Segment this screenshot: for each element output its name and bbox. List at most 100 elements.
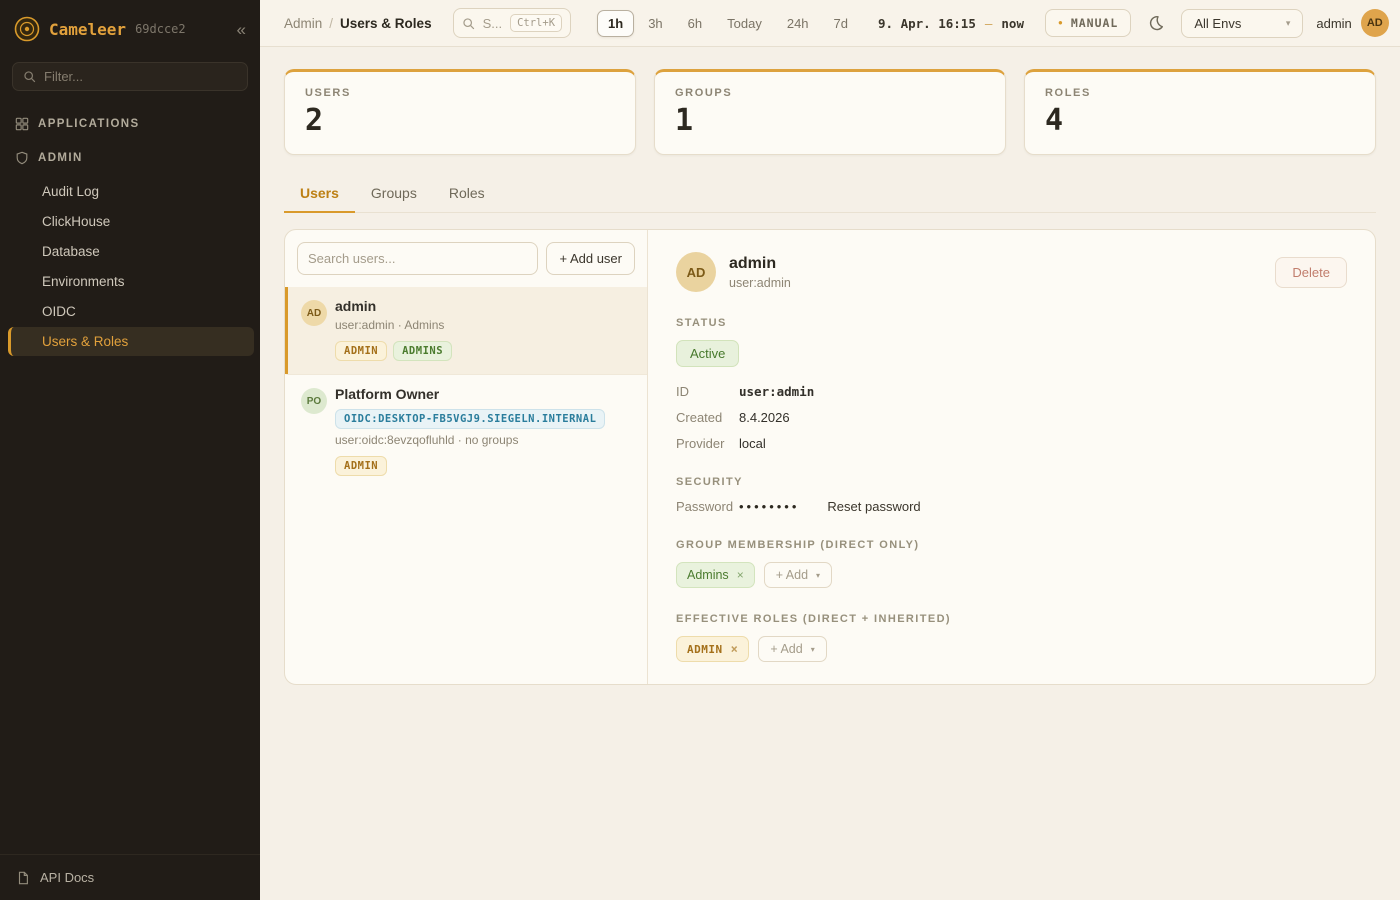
sidebar-item-users-roles[interactable]: Users & Roles [8,327,254,356]
user-meta: user:admin · Admins [335,318,635,332]
stat-value: 1 [675,103,985,138]
add-group-label: + Add [776,568,808,582]
range-24h[interactable]: 24h [776,10,820,37]
avatar: PO [301,388,327,414]
range-7d[interactable]: 7d [823,10,859,37]
section-label-admin: ADMIN [38,152,83,164]
sidebar-filter[interactable] [12,62,248,91]
oidc-badge-row: OIDC:DESKTOP-FB5VGJ9.SIEGELN.INTERNAL [335,409,635,429]
add-role-button[interactable]: + Add ▾ [758,636,826,662]
tab-groups[interactable]: Groups [355,177,433,213]
user-detail-id: user:admin [729,276,791,290]
range-3h[interactable]: 3h [637,10,673,37]
role-chip-admin: ADMIN × [676,636,749,662]
role-badge: ADMIN [335,341,387,361]
stat-label: USERS [305,87,615,99]
topbar: Admin / Users & Roles S... Ctrl+K 1h 3h … [260,0,1400,47]
breadcrumb-admin[interactable]: Admin [284,16,322,31]
api-docs-label: API Docs [40,870,94,885]
collapse-sidebar-icon[interactable]: « [237,21,246,38]
field-label-id: ID [676,384,739,399]
group-badge: ADMINS [393,341,452,361]
time-range-display[interactable]: 9. Apr. 16:15 — now [878,16,1024,31]
status-badge: Active [676,340,739,367]
group-membership-heading: GROUP MEMBERSHIP (DIRECT ONLY) [676,539,1347,551]
sidebar-section-applications[interactable]: APPLICATIONS [0,107,260,141]
time-range-group: 1h 3h 6h Today 24h 7d [597,10,859,37]
user-meta: user:oidc:8evzqofluhld · no groups [335,433,635,447]
field-label-created: Created [676,410,739,425]
sidebar-section-admin[interactable]: ADMIN [0,141,260,175]
environment-select-value: All Envs [1194,16,1241,31]
app-logo-text: Cameleer [49,20,126,39]
stats-row: USERS 2 GROUPS 1 ROLES 4 [284,69,1376,155]
chevron-down-icon: ▾ [816,571,820,580]
reset-password-link[interactable]: Reset password [827,499,920,514]
user-menu[interactable]: admin AD [1316,9,1388,37]
status-heading: STATUS [676,317,1347,329]
field-value-provider: local [739,436,1347,451]
effective-roles-heading: EFFECTIVE ROLES (DIRECT + INHERITED) [676,613,1347,625]
time-end: now [1001,16,1024,31]
user-badges: ADMIN ADMINS [335,341,635,361]
sidebar-item-audit-log[interactable]: Audit Log [8,177,254,206]
stat-label: GROUPS [675,87,985,99]
user-item-body: admin user:admin · Admins ADMIN ADMINS [335,298,635,361]
stat-value: 2 [305,103,615,138]
add-user-button[interactable]: + Add user [546,242,635,275]
tab-users[interactable]: Users [284,177,355,213]
api-docs-link[interactable]: API Docs [0,854,260,900]
search-icon [23,70,36,83]
user-name: admin [335,298,635,314]
tab-bar: Users Groups Roles [284,177,1376,213]
sidebar-item-clickhouse[interactable]: ClickHouse [8,207,254,236]
logo-icon [14,16,40,42]
delete-user-button[interactable]: Delete [1275,257,1347,288]
user-fields: ID user:admin Created 8.4.2026 Provider … [676,384,1347,451]
content: USERS 2 GROUPS 1 ROLES 4 Users Groups Ro… [260,47,1400,900]
section-label-applications: APPLICATIONS [38,118,140,130]
instance-id: 69dcce2 [135,22,186,36]
sidebar: Cameleer 69dcce2 « APPLICATIONS ADMIN Au… [0,0,260,900]
avatar[interactable]: AD [1361,9,1389,37]
search-shortcut-kbd: Ctrl+K [510,14,562,32]
main-area: Admin / Users & Roles S... Ctrl+K 1h 3h … [260,0,1400,900]
sidebar-filter-input[interactable] [44,69,237,84]
sidebar-item-environments[interactable]: Environments [8,267,254,296]
oidc-provider-badge: OIDC:DESKTOP-FB5VGJ9.SIEGELN.INTERNAL [335,409,605,429]
remove-icon[interactable]: × [737,568,744,582]
global-search-button[interactable]: S... Ctrl+K [453,8,571,38]
add-group-button[interactable]: + Add ▾ [764,562,832,588]
range-6h[interactable]: 6h [677,10,713,37]
global-search-label: S... [483,16,503,31]
sidebar-item-oidc[interactable]: OIDC [8,297,254,326]
user-list-item-platform-owner[interactable]: PO Platform Owner OIDC:DESKTOP-FB5VGJ9.S… [285,374,647,489]
stat-card-groups: GROUPS 1 [654,69,1006,155]
range-1h[interactable]: 1h [597,10,634,37]
tab-roles[interactable]: Roles [433,177,501,213]
dark-mode-toggle[interactable] [1144,11,1168,35]
field-value-created: 8.4.2026 [739,410,1347,425]
group-membership-row: Admins × + Add ▾ [676,562,1347,588]
sidebar-header: Cameleer 69dcce2 « [0,0,260,54]
applications-icon [15,117,29,131]
user-list-item-admin[interactable]: AD admin user:admin · Admins ADMIN ADMIN… [285,287,647,374]
user-detail-name: admin [729,255,791,273]
user-badges: ADMIN [335,456,635,476]
range-today[interactable]: Today [716,10,773,37]
user-detail-title-block: admin user:admin [729,255,791,290]
shield-icon [15,151,29,165]
environment-select[interactable]: All Envs ▾ [1181,9,1303,38]
refresh-mode-button[interactable]: ● MANUAL [1045,9,1131,37]
users-panel: + Add user AD admin user:admin · Admins … [284,229,1376,685]
search-users-input[interactable] [297,242,538,275]
breadcrumb: Admin / Users & Roles [284,16,432,31]
role-badge: ADMIN [335,456,387,476]
avatar: AD [301,300,327,326]
sidebar-item-database[interactable]: Database [8,237,254,266]
password-label: Password [676,499,739,514]
remove-icon[interactable]: × [731,642,739,656]
group-chip-admins: Admins × [676,562,755,588]
document-icon [16,871,30,885]
app-root: Cameleer 69dcce2 « APPLICATIONS ADMIN Au… [0,0,1400,900]
